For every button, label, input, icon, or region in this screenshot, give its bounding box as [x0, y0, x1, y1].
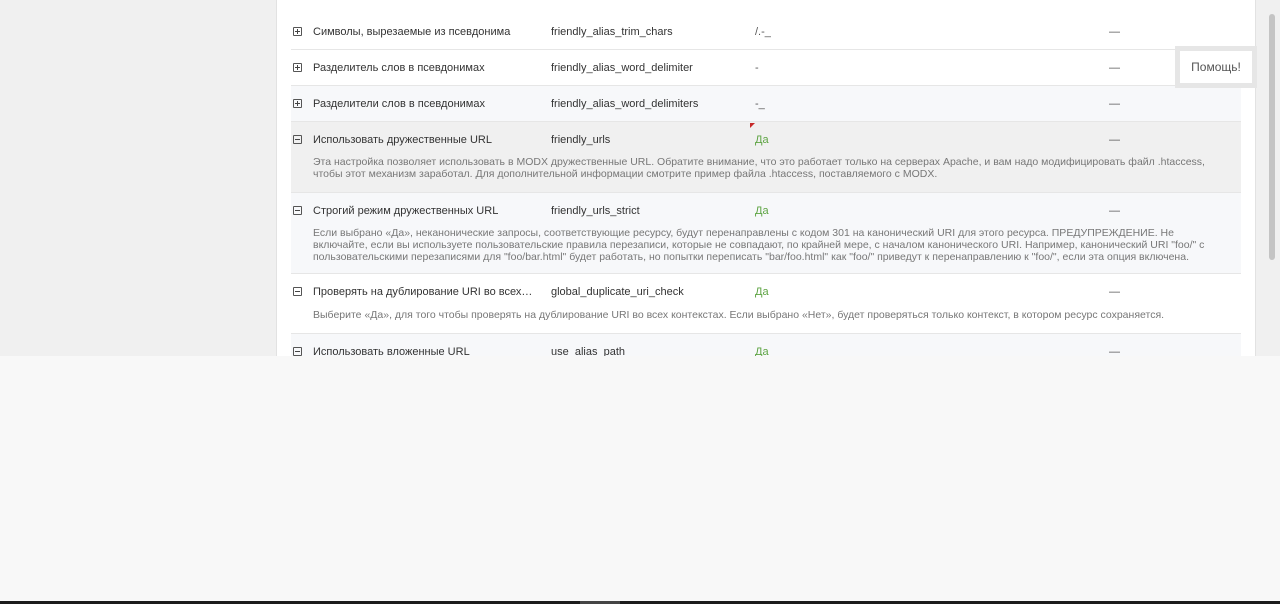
setting-name: Использовать дружественные URL [313, 134, 492, 146]
scrollbar-thumb[interactable] [1269, 14, 1275, 260]
setting-key: friendly_alias_word_delimiters [551, 98, 699, 110]
collapse-minus-icon[interactable] [293, 193, 307, 229]
expand-plus-icon[interactable] [293, 14, 307, 50]
table-row[interactable]: Разделители слов в псевдонимах friendly_… [291, 86, 1241, 122]
setting-value[interactable]: /.-_ [755, 14, 1055, 50]
setting-value[interactable]: Да [755, 334, 1055, 356]
setting-value[interactable]: Да [755, 274, 1055, 310]
setting-name: Символы, вырезаемые из псевдонима [313, 26, 511, 38]
table-row-selected[interactable]: Использовать дружественные URL friendly_… [291, 122, 1241, 193]
setting-key: friendly_urls_strict [551, 205, 640, 217]
expand-plus-icon[interactable] [293, 86, 307, 122]
setting-area: — [1109, 62, 1120, 74]
setting-area: — [1109, 134, 1120, 146]
collapse-minus-icon[interactable] [293, 274, 307, 310]
setting-value[interactable]: - [755, 50, 1055, 86]
table-row-partial [291, 0, 1241, 15]
table-row[interactable]: Строгий режим дружественных URL friendly… [291, 193, 1241, 274]
setting-name: Разделители слов в псевдонимах [313, 98, 485, 110]
setting-key: use_alias_path [551, 346, 626, 356]
table-row[interactable]: Разделитель слов в псевдонимах friendly_… [291, 50, 1241, 86]
settings-grid: Символы, вырезаемые из псевдонима friend… [291, 0, 1241, 356]
setting-area: — [1109, 346, 1120, 356]
setting-name: Строгий режим дружественных URL [313, 205, 499, 217]
viewport: Символы, вырезаемые из псевдонима friend… [0, 0, 1280, 356]
setting-area: — [1109, 98, 1120, 110]
collapse-minus-icon[interactable] [293, 334, 307, 356]
setting-area: — [1109, 26, 1120, 38]
settings-grid-panel: Символы, вырезаемые из псевдонима friend… [276, 0, 1256, 356]
setting-name: Разделитель слов в псевдонимах [313, 62, 485, 74]
setting-value[interactable]: Да [755, 122, 1055, 158]
setting-key: friendly_alias_trim_chars [551, 26, 673, 38]
setting-key: friendly_urls [551, 134, 611, 146]
table-row[interactable]: Использовать вложенные URL use_alias_pat… [291, 334, 1241, 356]
setting-value[interactable]: Да [755, 193, 1055, 229]
table-row[interactable]: Проверять на дублирование URI во всех ко… [291, 274, 1241, 334]
setting-value[interactable]: -_ [755, 86, 1055, 122]
table-row[interactable]: Символы, вырезаемые из псевдонима friend… [291, 14, 1241, 50]
empty-area [0, 356, 1280, 604]
help-button[interactable]: Помощь! [1180, 51, 1252, 83]
setting-key: friendly_alias_word_delimiter [551, 62, 693, 74]
help-button-wrapper: Помощь! [1175, 46, 1257, 88]
setting-name: Проверять на дублирование URI во всех ко… [313, 286, 533, 298]
setting-description: Если выбрано «Да», неканонические запрос… [313, 227, 1205, 263]
setting-key: global_duplicate_uri_check [551, 286, 684, 298]
setting-area: — [1109, 286, 1120, 298]
scrollbar[interactable] [1266, 0, 1278, 356]
expand-plus-icon[interactable] [293, 50, 307, 86]
setting-name: Использовать вложенные URL [313, 346, 470, 356]
setting-area: — [1109, 205, 1120, 217]
setting-description: Выберите «Да», для того чтобы проверять … [313, 309, 1165, 321]
collapse-minus-icon[interactable] [293, 122, 307, 158]
setting-description: Эта настройка позволяет использовать в M… [313, 156, 1205, 180]
